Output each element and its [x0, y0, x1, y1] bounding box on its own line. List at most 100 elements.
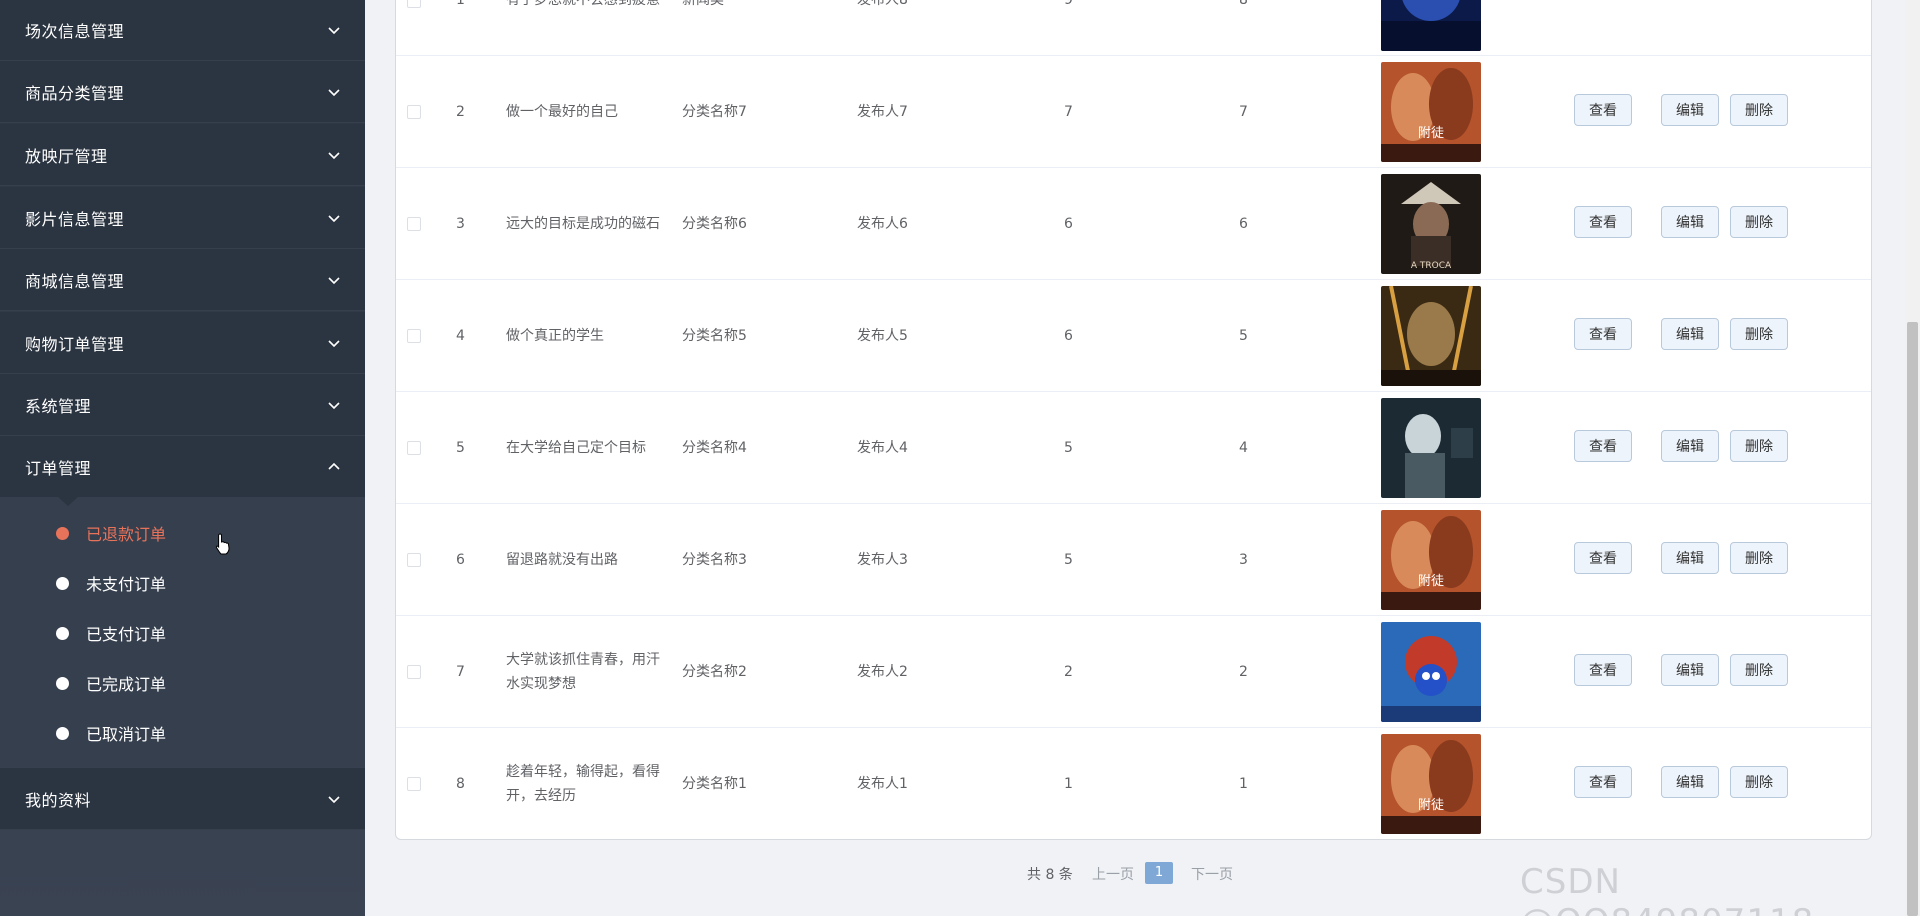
row-category: 分类名称3 [682, 552, 747, 568]
row-checkbox[interactable] [407, 105, 421, 119]
submenu-item-paid[interactable]: 已支付订单 [0, 608, 365, 658]
menu-item-shop-orders[interactable]: 购物订单管理 [0, 312, 365, 374]
row-value: 8 [1239, 0, 1248, 8]
row-value: 7 [1239, 104, 1248, 120]
row-value: 4 [1239, 440, 1248, 456]
submenu-label: 已退款订单 [86, 525, 167, 544]
movie-poster: 附徒 [1381, 510, 1481, 610]
row-checkbox[interactable] [407, 777, 421, 791]
chevron-down-icon [325, 209, 343, 227]
row-category: 分类名称4 [682, 440, 747, 456]
movie-poster [1381, 398, 1481, 498]
view-button[interactable]: 查看 [1574, 766, 1632, 798]
delete-button[interactable]: 删除 [1730, 430, 1788, 462]
row-value: 1 [1239, 776, 1248, 792]
edit-button[interactable]: 编辑 [1661, 654, 1719, 686]
menu-item-category[interactable]: 商品分类管理 [0, 61, 365, 123]
edit-button[interactable]: 编辑 [1661, 542, 1719, 574]
row-value: 3 [1239, 552, 1248, 568]
view-button[interactable]: 查看 [1574, 654, 1632, 686]
view-button[interactable]: 查看 [1574, 94, 1632, 126]
row-checkbox[interactable] [407, 665, 421, 679]
menu-item-mall[interactable]: 商城信息管理 [0, 249, 365, 311]
edit-button[interactable]: 编辑 [1661, 766, 1719, 798]
row-publisher: 发布人3 [857, 552, 908, 568]
movie-poster: 附徒 [1381, 734, 1481, 834]
menu-item-profile[interactable]: 我的资料 [0, 768, 365, 830]
row-index: 7 [456, 664, 465, 680]
view-button[interactable]: 查看 [1574, 318, 1632, 350]
poster-caption: 附徒 [1418, 126, 1444, 141]
sidebar: 场次信息管理 商品分类管理 放映厅管理 影片信息管理 商城信息管理 购物订单管理… [0, 0, 365, 916]
movie-poster [1381, 622, 1481, 722]
chevron-down-icon [325, 334, 343, 352]
row-category: 分类名称6 [682, 216, 747, 232]
page-number-current[interactable]: 1 [1145, 862, 1173, 884]
table-row: 1 有了梦想就不会感到疲惫 新闻类 发布人8 9 8 查看 编辑 删除 [396, 0, 1871, 56]
chevron-down-icon [325, 83, 343, 101]
submenu-item-completed[interactable]: 已完成订单 [0, 658, 365, 708]
row-title: 留退路就没有出路 [506, 552, 618, 568]
table-row: 3 远大的目标是成功的磁石 分类名称6 发布人6 6 6 A TROCA 查看 … [396, 168, 1871, 280]
table-row: 5 在大学给自己定个目标 分类名称4 发布人4 5 4 查看 编辑 删除 [396, 392, 1871, 504]
row-checkbox[interactable] [407, 441, 421, 455]
menu-item-movie[interactable]: 影片信息管理 [0, 187, 365, 249]
edit-button[interactable]: 编辑 [1661, 206, 1719, 238]
submenu-item-unpaid[interactable]: 未支付订单 [0, 558, 365, 608]
menu-item-hall[interactable]: 放映厅管理 [0, 124, 365, 186]
row-checkbox[interactable] [407, 553, 421, 567]
edit-button[interactable]: 编辑 [1661, 94, 1719, 126]
delete-button[interactable]: 删除 [1730, 654, 1788, 686]
edit-button[interactable]: 编辑 [1661, 430, 1719, 462]
movie-poster [1381, 0, 1481, 51]
chevron-down-icon [325, 271, 343, 289]
table-row: 2 做一个最好的自己 分类名称7 发布人7 7 7 附徒 查看 编辑 删除 [396, 56, 1871, 168]
row-publisher: 发布人2 [857, 664, 908, 680]
movie-poster [1381, 286, 1481, 386]
view-button[interactable]: 查看 [1574, 206, 1632, 238]
row-index: 4 [456, 328, 465, 344]
table-row: 6 留退路就没有出路 分类名称3 发布人3 5 3 附徒 查看 编辑 删除 [396, 504, 1871, 616]
menu-item-orders[interactable]: 订单管理 [0, 436, 365, 498]
submenu-item-cancelled[interactable]: 已取消订单 [0, 708, 365, 758]
row-value: 7 [1064, 104, 1073, 120]
row-value: 6 [1239, 216, 1248, 232]
submenu-item-refunded[interactable]: 已退款订单 [0, 508, 365, 558]
menu-label: 商城信息管理 [25, 271, 125, 291]
scrollbar-thumb[interactable] [1907, 322, 1918, 916]
row-checkbox[interactable] [407, 0, 421, 8]
delete-button[interactable]: 删除 [1730, 206, 1788, 238]
row-title: 远大的目标是成功的磁石 [506, 216, 660, 232]
row-title: 大学就该抓住青春，用汗水实现梦想 [506, 652, 660, 692]
row-value: 2 [1064, 664, 1073, 680]
menu-item-session[interactable]: 场次信息管理 [0, 0, 365, 61]
row-checkbox[interactable] [407, 217, 421, 231]
row-title: 有了梦想就不会感到疲惫 [506, 0, 660, 8]
delete-button[interactable]: 删除 [1730, 94, 1788, 126]
row-publisher: 发布人1 [857, 776, 908, 792]
row-value: 9 [1064, 0, 1073, 8]
view-button[interactable]: 查看 [1574, 542, 1632, 574]
main-content: 1 有了梦想就不会感到疲惫 新闻类 发布人8 9 8 查看 编辑 删除 2 做一… [365, 0, 1905, 916]
submenu-label: 已完成订单 [86, 675, 167, 694]
row-value: 1 [1064, 776, 1073, 792]
delete-button[interactable]: 删除 [1730, 318, 1788, 350]
delete-button[interactable]: 删除 [1730, 766, 1788, 798]
edit-button[interactable]: 编辑 [1661, 318, 1719, 350]
table-row: 4 做个真正的学生 分类名称5 发布人5 6 5 查看 编辑 删除 [396, 280, 1871, 392]
row-publisher: 发布人8 [857, 0, 908, 8]
view-button[interactable]: 查看 [1574, 430, 1632, 462]
bullet-icon [56, 526, 69, 540]
row-checkbox[interactable] [407, 329, 421, 343]
row-index: 5 [456, 440, 465, 456]
row-index: 1 [456, 0, 465, 8]
menu-label: 购物订单管理 [25, 334, 125, 354]
row-category: 新闻类 [682, 0, 724, 8]
prev-page-button[interactable]: 上一页 [1092, 864, 1134, 884]
menu-label: 场次信息管理 [25, 21, 125, 41]
delete-button[interactable]: 删除 [1730, 542, 1788, 574]
submenu-caret [58, 497, 78, 506]
next-page-button[interactable]: 下一页 [1191, 864, 1233, 884]
menu-label: 放映厅管理 [25, 146, 108, 166]
menu-item-system[interactable]: 系统管理 [0, 374, 365, 436]
